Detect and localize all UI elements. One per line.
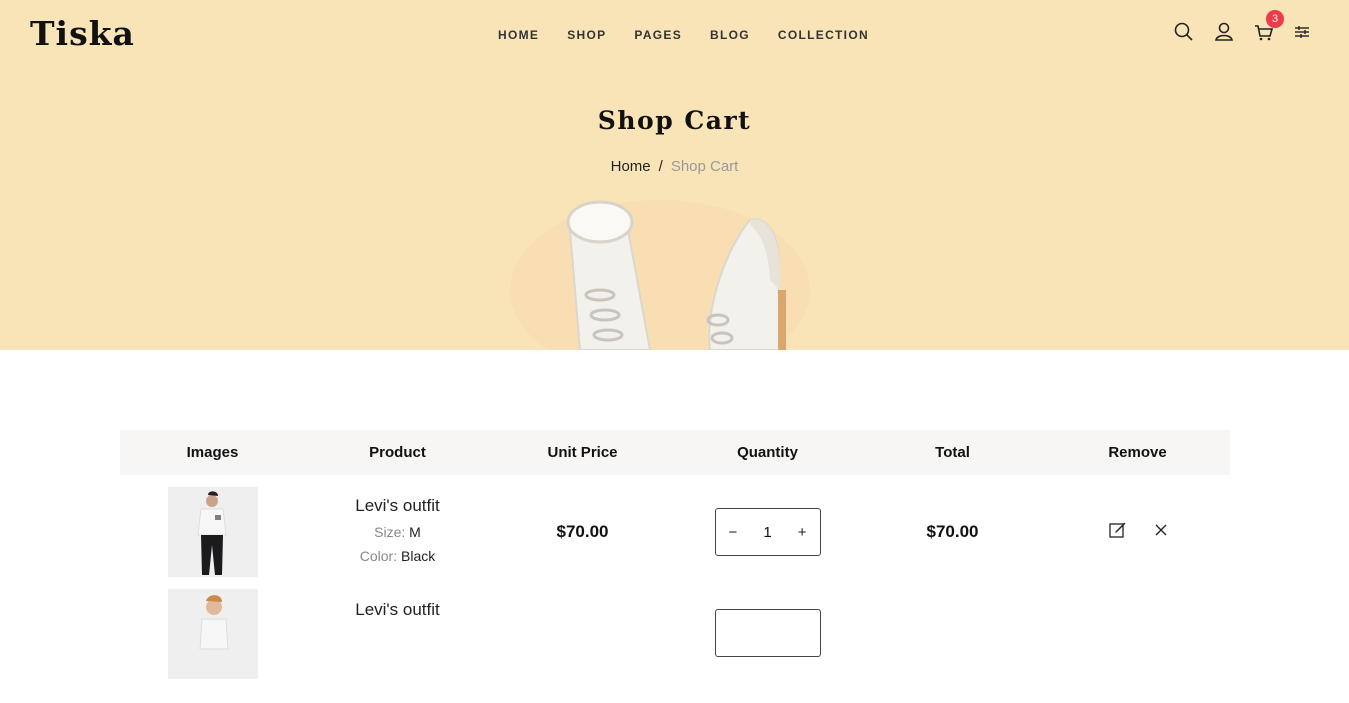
breadcrumb-current: Shop Cart [670,158,739,175]
remove-cell [1045,520,1230,545]
close-icon[interactable] [1154,523,1168,542]
header-images: Images [186,444,239,461]
breadcrumb: Home / Shop Cart [0,158,1349,175]
total-cell: $70.00 [860,522,1045,542]
header-quantity: Quantity [737,444,798,461]
cart-row: Levi's outfit Size: M Color: Black $70.0… [120,475,1230,589]
header-icons [1172,20,1322,46]
size-value: M [409,524,421,540]
header-remove: Remove [1108,444,1167,461]
line-total: $70.00 [926,522,979,541]
product-size: Size: M [374,520,421,544]
nav-blog[interactable]: BLOG [710,28,750,42]
hero-banner: Tiska HOME SHOP PAGES BLOG COLLECTION 3 … [0,0,1349,350]
product-cell: Levi's outfit Size: M Color: Black [305,496,490,568]
breadcrumb-separator: / [658,158,663,175]
color-value: Black [401,548,436,564]
settings-sliders-icon[interactable] [1290,20,1314,44]
page-title: Shop Cart [597,106,752,135]
hero-shoes-image [510,200,810,350]
main-nav: HOME SHOP PAGES BLOG COLLECTION [498,28,897,42]
unit-price: $70.00 [556,522,609,541]
image-cell [120,487,305,577]
image-cell [120,589,305,679]
product-image[interactable] [167,487,258,577]
increase-quantity-button[interactable]: + [798,524,807,541]
cart-row: Levi's outfit [120,589,1230,703]
nav-home[interactable]: HOME [498,28,539,42]
size-label: Size: [374,524,406,540]
quantity-stepper[interactable] [714,609,821,657]
product-color: Color: Black [360,544,435,568]
user-icon[interactable] [1212,20,1236,44]
color-label: Color: [359,548,398,564]
cart-table-header: Images Product Unit Price Quantity Total… [120,430,1230,475]
decrease-quantity-button[interactable]: − [729,524,738,541]
product-cell: Levi's outfit [305,589,490,624]
unit-price-cell: $70.00 [490,522,675,542]
brand-logo[interactable]: Tiska [30,14,135,53]
header-product: Product [369,444,426,461]
quantity-value[interactable]: 1 [763,524,771,541]
quantity-stepper: − 1 + [714,508,821,556]
header-unit-price: Unit Price [547,444,618,461]
nav-pages[interactable]: PAGES [634,28,682,42]
nav-collection[interactable]: COLLECTION [778,28,869,42]
quantity-cell: − 1 + [675,508,860,556]
search-icon[interactable] [1172,20,1196,44]
edit-icon[interactable] [1108,520,1128,545]
quantity-cell [675,589,860,657]
header-total: Total [935,444,970,461]
cart-table: Images Product Unit Price Quantity Total… [120,430,1230,703]
product-name[interactable]: Levi's outfit [355,600,440,620]
breadcrumb-home[interactable]: Home [611,158,651,175]
product-image[interactable] [167,589,258,679]
cart-count-badge: 3 [1266,10,1284,28]
product-name[interactable]: Levi's outfit [355,496,440,516]
nav-shop[interactable]: SHOP [567,28,606,42]
